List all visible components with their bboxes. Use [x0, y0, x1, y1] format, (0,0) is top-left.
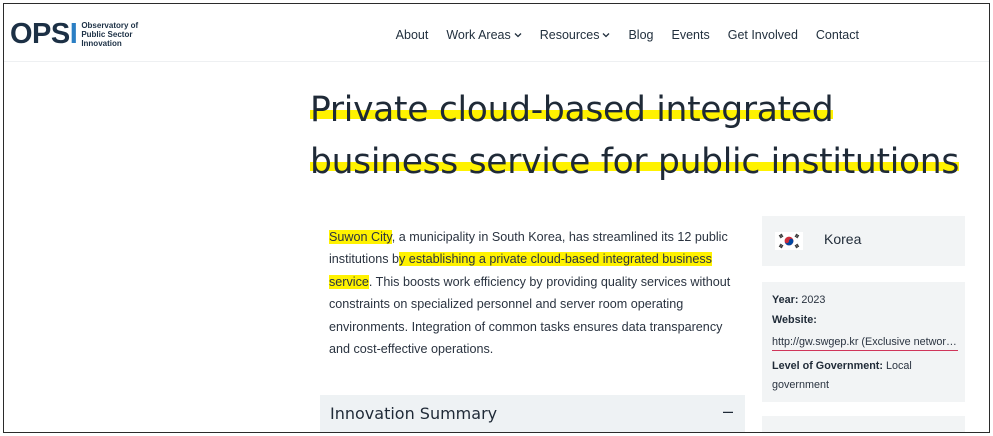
logo-mark: OPS I	[10, 18, 78, 50]
title-highlight: business service for public institutions	[310, 142, 960, 182]
nav-item-get-involved[interactable]: Get Involved	[728, 28, 798, 42]
website-link[interactable]: http://gw.swgep.kr (Exclusive network ac…	[772, 334, 958, 351]
level-row: Level of Government: Local government	[772, 357, 958, 395]
page-title: Private cloud-based integrated business …	[310, 84, 959, 188]
nav-item-label: Contact	[815, 28, 859, 42]
main-nav: About Work Areas Resources Blog Events G…	[378, 28, 859, 42]
nav-item-about[interactable]: About	[396, 28, 429, 42]
nav-item-label: Events	[671, 28, 710, 42]
sidebar-next-panel	[762, 416, 965, 432]
logo-text-line: Innovation	[81, 39, 122, 48]
summary-label: Innovation Summary	[330, 404, 498, 423]
level-label: Level of Government:	[772, 360, 883, 372]
title-line-1: Private cloud-based integrated	[310, 84, 959, 136]
innovation-facts-panel: Year: 2023 Website: http://gw.swgep.kr (…	[762, 282, 965, 402]
logo-mark-ops: OPS	[10, 18, 70, 50]
highlighted-text: Suwon City	[329, 230, 392, 244]
nav-item-work-areas[interactable]: Work Areas	[446, 28, 522, 42]
nav-item-label: Blog	[628, 28, 654, 42]
chevron-down-icon	[602, 30, 610, 40]
logo-text: Observatory of Public Sector Innovation	[81, 21, 138, 48]
title-line-2: business service for public institutions	[310, 136, 959, 188]
south-korea-flag-icon	[775, 232, 803, 250]
logo-text-line: Public Sector	[81, 30, 133, 39]
collapse-icon[interactable]: –	[723, 401, 733, 422]
logo-text-line: Observatory of	[81, 21, 139, 30]
country-name: Korea	[824, 231, 862, 247]
page-frame: OPS I Observatory of Public Sector Innova…	[3, 3, 990, 433]
country-card[interactable]: Korea	[762, 216, 965, 266]
site-header: OPS I Observatory of Public Sector Innova…	[4, 4, 989, 62]
chevron-down-icon	[514, 30, 522, 40]
nav-item-blog[interactable]: Blog	[628, 28, 653, 42]
logo-mark-i: I	[69, 18, 78, 50]
opsi-logo[interactable]: OPS I Observatory of Public Sector Innova…	[10, 20, 138, 49]
year-value: 2023	[801, 294, 826, 306]
nav-item-label: About	[395, 28, 429, 42]
nav-item-label: Get Involved	[727, 28, 798, 42]
year-row: Year: 2023	[772, 291, 825, 310]
description-text: . This boosts work efficiency by providi…	[329, 274, 731, 357]
website-label: Website:	[772, 314, 817, 326]
innovation-summary-accordion[interactable]: Innovation Summary –	[320, 395, 745, 432]
year-label: Year:	[772, 294, 799, 306]
innovation-description: Suwon City, a municipality in South Kore…	[329, 226, 744, 360]
title-highlight: Private cloud-based integrated	[310, 90, 834, 130]
nav-item-label: Resources	[539, 28, 600, 42]
nav-item-label: Work Areas	[446, 28, 511, 42]
nav-item-resources[interactable]: Resources	[540, 28, 611, 42]
nav-item-events[interactable]: Events	[672, 28, 710, 42]
website-row: Website:	[772, 311, 817, 330]
nav-item-contact[interactable]: Contact	[816, 28, 859, 42]
